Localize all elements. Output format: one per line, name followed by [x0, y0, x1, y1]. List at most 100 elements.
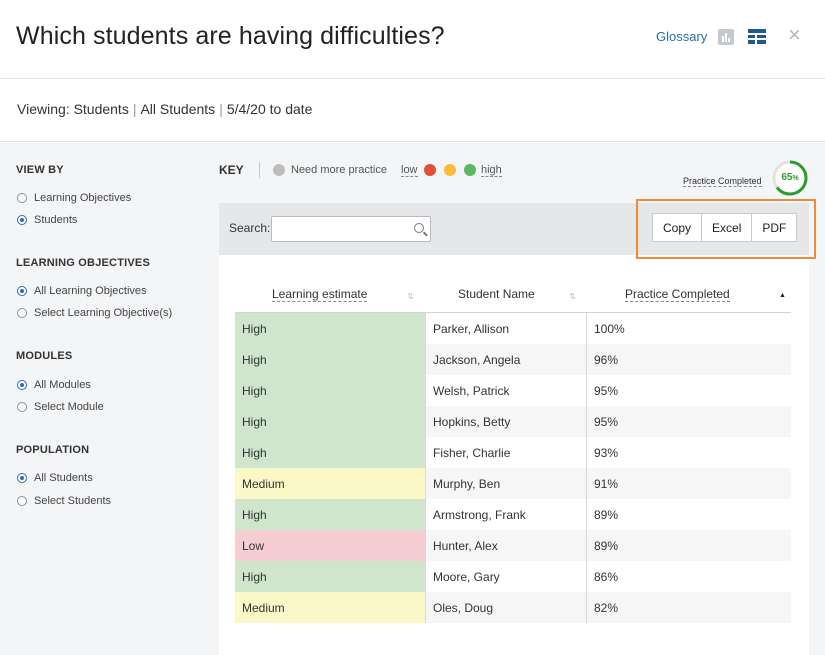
radio-button[interactable]	[17, 496, 27, 506]
student-name-cell: Hunter, Alex	[425, 530, 587, 561]
practice-completed-cell: 96%	[587, 344, 791, 375]
table-row[interactable]: High Hopkins, Betty 95%	[235, 406, 791, 437]
section-population: POPULATION	[16, 444, 90, 456]
student-name-cell: Parker, Allison	[425, 313, 587, 344]
table-row[interactable]: Medium Oles, Doug 82%	[235, 592, 791, 623]
section-learning-objectives: LEARNING OBJECTIVES	[16, 257, 150, 269]
key-title: KEY	[219, 163, 244, 177]
key-low-label: low	[401, 164, 418, 177]
student-name-cell: Hopkins, Betty	[425, 406, 587, 437]
results-panel: Search: Copy Excel PDF Learning estimate…	[219, 199, 816, 655]
option-all-learning-objectives[interactable]: All Learning Objectives	[17, 285, 147, 297]
practice-completed-cell: 93%	[594, 445, 619, 460]
option-label: Learning Objectives	[34, 192, 132, 204]
high-dot	[464, 164, 476, 176]
radio-button[interactable]	[17, 193, 27, 203]
table-row[interactable]: High Jackson, Angela 96%	[235, 344, 791, 375]
option-all-modules[interactable]: All Modules	[17, 379, 91, 391]
table-row[interactable]: High Armstrong, Frank 89%	[235, 499, 791, 530]
student-name-cell: Armstrong, Frank	[425, 499, 587, 530]
table-view-icon[interactable]	[748, 29, 766, 44]
radio-button-selected[interactable]	[17, 473, 27, 483]
student-name-cell: Fisher, Charlie	[425, 437, 587, 468]
practice-completed-cell: 89%	[587, 530, 791, 561]
viewing-separator: |	[219, 101, 223, 117]
practice-completed-cell: 95%	[594, 383, 619, 398]
pdf-button[interactable]: PDF	[752, 213, 798, 242]
option-select-learning-objectives[interactable]: Select Learning Objective(s)	[17, 307, 172, 319]
learning-estimate-cell: Low	[235, 530, 425, 561]
practice-completed-cell: 86%	[594, 569, 619, 584]
sort-ascending-icon[interactable]: ▲	[779, 292, 786, 299]
viewing-separator: |	[132, 101, 137, 117]
key-divider	[259, 162, 260, 178]
need-more-practice-dot	[273, 164, 285, 176]
table-row[interactable]: Medium Murphy, Ben 91%	[235, 468, 791, 499]
practice-completed-cell: 100%	[594, 321, 625, 336]
student-name-cell: Moore, Gary	[425, 561, 587, 592]
table-row[interactable]: Low Hunter, Alex 89%	[235, 530, 791, 561]
main-content: KEY Need more practice low high Practice…	[205, 143, 825, 655]
section-view-by: VIEW BY	[16, 164, 64, 176]
table-header: Learning estimate ⇅ Student Name ⇅ Pract…	[235, 275, 791, 313]
need-more-practice-label: Need more practice	[291, 164, 387, 176]
page-title: Which students are having difficulties?	[16, 22, 445, 50]
copy-button[interactable]: Copy	[652, 213, 703, 242]
search-label: Search:	[229, 221, 271, 235]
radio-button-selected[interactable]	[17, 286, 27, 296]
modal-header: Which students are having difficulties? …	[0, 0, 825, 79]
glossary-link[interactable]: Glossary	[656, 29, 707, 44]
chart-view-icon[interactable]	[718, 29, 734, 45]
student-name-cell: Murphy, Ben	[425, 468, 587, 499]
option-label: Select Learning Objective(s)	[34, 307, 173, 319]
learning-estimate-cell: High	[235, 406, 425, 437]
excel-button[interactable]: Excel	[702, 213, 753, 242]
radio-button-selected[interactable]	[17, 215, 27, 225]
viewing-item: Students	[73, 101, 129, 117]
radio-button[interactable]	[17, 308, 27, 318]
option-label: Select Module	[34, 401, 104, 413]
option-select-module[interactable]: Select Module	[17, 401, 104, 413]
learning-estimate-cell: Medium	[235, 592, 425, 623]
table-row[interactable]: High Welsh, Patrick 95%	[235, 375, 791, 406]
practice-completed-cell: 91%	[587, 468, 791, 499]
section-modules: MODULES	[16, 350, 73, 362]
column-practice-completed[interactable]: Practice Completed	[625, 287, 730, 302]
option-label: All Students	[34, 472, 93, 484]
key-high-label: high	[481, 164, 502, 177]
column-learning-estimate[interactable]: Learning estimate	[272, 287, 368, 302]
practice-completed-cell: 89%	[594, 507, 619, 522]
search-input[interactable]	[271, 216, 431, 242]
viewing-summary: Viewing: Students | All Students | 5/4/20 to…	[17, 101, 312, 117]
option-label: All Modules	[34, 379, 91, 391]
sort-icon[interactable]: ⇅	[569, 292, 576, 301]
radio-button-selected[interactable]	[17, 380, 27, 390]
learning-estimate-cell: High	[235, 313, 425, 344]
table-row[interactable]: High Moore, Gary 86%	[235, 561, 791, 592]
option-select-students[interactable]: Select Students	[17, 495, 111, 507]
student-name-cell: Welsh, Patrick	[425, 375, 587, 406]
viewing-prefix: Viewing:	[17, 101, 70, 117]
radio-button[interactable]	[17, 402, 27, 412]
column-student-name[interactable]: Student Name	[458, 287, 535, 301]
student-name-cell: Jackson, Angela	[425, 344, 587, 375]
option-label: Students	[34, 214, 78, 226]
viewing-item: 5/4/20 to date	[226, 101, 313, 117]
medium-dot	[444, 164, 456, 176]
viewing-item: All Students	[140, 101, 216, 117]
table-row[interactable]: High Parker, Allison 100%	[235, 313, 791, 344]
practice-completed-cell: 95%	[587, 406, 791, 437]
table-row[interactable]: High Fisher, Charlie 93%	[235, 437, 791, 468]
option-students[interactable]: Students	[17, 214, 77, 226]
close-icon[interactable]: ×	[788, 24, 801, 46]
sort-icon[interactable]: ⇅	[407, 292, 414, 301]
learning-estimate-cell: Medium	[235, 468, 425, 499]
learning-estimate-cell: High	[235, 375, 425, 406]
option-learning-objectives[interactable]: Learning Objectives	[17, 192, 131, 204]
student-name-cell: Oles, Doug	[425, 592, 587, 623]
learning-estimate-cell: High	[235, 561, 425, 592]
option-label: All Learning Objectives	[34, 285, 147, 297]
option-all-students[interactable]: All Students	[17, 472, 93, 484]
practice-completed-label: Practice Completed	[683, 176, 762, 187]
low-dot	[424, 164, 436, 176]
